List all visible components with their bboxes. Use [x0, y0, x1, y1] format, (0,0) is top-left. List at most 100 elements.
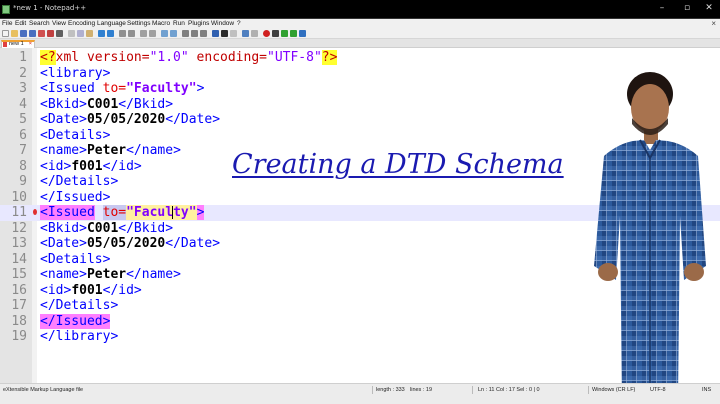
sync-horizontal-icon[interactable] — [170, 30, 177, 37]
save-all-icon[interactable] — [29, 30, 36, 37]
redo-icon[interactable] — [107, 30, 114, 37]
undo-icon[interactable] — [98, 30, 105, 37]
code-content: </Details> — [40, 298, 118, 314]
token: <name> — [40, 143, 87, 158]
udl-icon[interactable] — [212, 30, 219, 37]
close-file-icon[interactable] — [38, 30, 45, 37]
zoom-in-icon[interactable] — [140, 30, 147, 37]
line-number: 7 — [19, 143, 27, 158]
menu-encoding[interactable]: Encoding — [68, 19, 95, 29]
line-number: 16 — [11, 282, 27, 298]
token: <Issued — [40, 205, 95, 220]
close-all-icon[interactable] — [47, 30, 54, 37]
menu-macro[interactable]: Macro — [152, 19, 170, 29]
token: </Details> — [40, 174, 119, 189]
menu-search[interactable]: Search — [29, 19, 50, 29]
token: </Date> — [165, 236, 221, 251]
status-eol[interactable]: Windows (CR LF) — [592, 387, 635, 393]
status-bar: eXtensible Markup Language file length :… — [0, 383, 720, 404]
status-separator — [588, 386, 589, 394]
token: </Issued> — [40, 313, 111, 329]
restore-icon[interactable]: ▫ — [680, 3, 694, 13]
token: > — [196, 81, 205, 96]
token: f001 — [71, 158, 103, 174]
line-number: 4 — [19, 96, 27, 112]
save-macro-icon[interactable] — [299, 30, 306, 37]
menu-settings[interactable]: Settings — [127, 19, 151, 29]
token: </Bkid> — [118, 96, 174, 112]
token: </id> — [102, 282, 142, 298]
line-number: 6 — [19, 127, 27, 143]
token: "Facu — [126, 205, 166, 220]
toolbar — [0, 29, 720, 39]
copy-icon[interactable] — [77, 30, 84, 37]
code-content: <Date>05/05/2020</Date> — [40, 112, 220, 128]
folder-workspace-icon[interactable] — [242, 30, 249, 37]
print-icon[interactable] — [56, 30, 63, 37]
paste-icon[interactable] — [86, 30, 93, 37]
cut-icon[interactable] — [68, 30, 75, 37]
tab-new-1[interactable]: new 1 × — [1, 40, 35, 48]
line-number: 8 — [19, 158, 27, 174]
run-macro-multiple-icon[interactable] — [290, 30, 297, 37]
token: Peter — [86, 143, 127, 158]
unsaved-file-icon — [3, 42, 7, 47]
tab-close-icon[interactable]: × — [29, 41, 32, 47]
status-lines: lines : 19 — [410, 387, 433, 393]
line-number: 9 — [19, 174, 27, 189]
monitoring-icon[interactable] — [251, 30, 258, 37]
close-icon[interactable]: ✕ — [702, 3, 716, 13]
menu-view[interactable]: View — [52, 19, 66, 29]
code-content: </Issued> — [40, 313, 111, 330]
line-number: 19 — [11, 329, 27, 344]
token: </Bkid> — [118, 220, 174, 236]
open-file-icon[interactable] — [11, 30, 18, 37]
menu-window[interactable]: Window — [211, 19, 234, 29]
token: xml version= — [55, 50, 150, 65]
save-icon[interactable] — [20, 30, 27, 37]
token: <id> — [40, 282, 72, 298]
status-separator — [372, 386, 373, 394]
token: to= — [102, 205, 127, 220]
stop-recording-icon[interactable] — [272, 30, 279, 37]
token: encoding= — [188, 50, 267, 65]
show-all-chars-icon[interactable] — [191, 30, 198, 37]
code-content: <Date>05/05/2020</Date> — [40, 236, 220, 252]
menu-run[interactable]: Run — [173, 19, 185, 29]
new-file-icon[interactable] — [2, 30, 9, 37]
line-number: 5 — [19, 112, 27, 127]
code-content: <Details> — [40, 128, 110, 144]
status-length: length : 333 — [376, 387, 405, 393]
status-encoding[interactable]: UTF-8 — [650, 387, 666, 393]
notepadpp-app-icon — [2, 5, 10, 14]
doc-map-icon[interactable] — [221, 30, 228, 37]
replace-icon[interactable] — [128, 30, 135, 37]
close-document-icon[interactable]: × — [711, 19, 716, 29]
record-macro-icon[interactable] — [263, 30, 270, 37]
token: <id> — [40, 158, 72, 174]
code-content: <Issued to="Faculty"> — [40, 81, 204, 97]
zoom-out-icon[interactable] — [149, 30, 156, 37]
word-wrap-icon[interactable] — [182, 30, 189, 37]
presenter-figure — [594, 72, 706, 404]
code-content: </Details> — [40, 174, 118, 190]
code-content: <Details> — [40, 252, 110, 268]
menu-language[interactable]: Language — [97, 19, 126, 29]
token: <Details> — [40, 127, 111, 143]
menu-help[interactable]: ? — [237, 19, 241, 29]
function-list-icon[interactable] — [230, 30, 237, 37]
bookmark-marker-icon[interactable] — [33, 209, 37, 215]
token: "UTF-8" — [267, 50, 322, 65]
menu-plugins[interactable]: Plugins — [188, 19, 209, 29]
find-icon[interactable] — [119, 30, 126, 37]
token: f001 — [71, 282, 103, 298]
playback-icon[interactable] — [281, 30, 288, 37]
token: <library> — [40, 65, 111, 81]
minimize-icon[interactable]: – — [655, 3, 669, 13]
sync-vertical-icon[interactable] — [161, 30, 168, 37]
indent-guide-icon[interactable] — [200, 30, 207, 37]
menu-edit[interactable]: Edit — [15, 19, 26, 29]
token: </name> — [126, 143, 181, 158]
menu-file[interactable]: File — [2, 19, 12, 29]
line-number: 14 — [11, 251, 27, 267]
